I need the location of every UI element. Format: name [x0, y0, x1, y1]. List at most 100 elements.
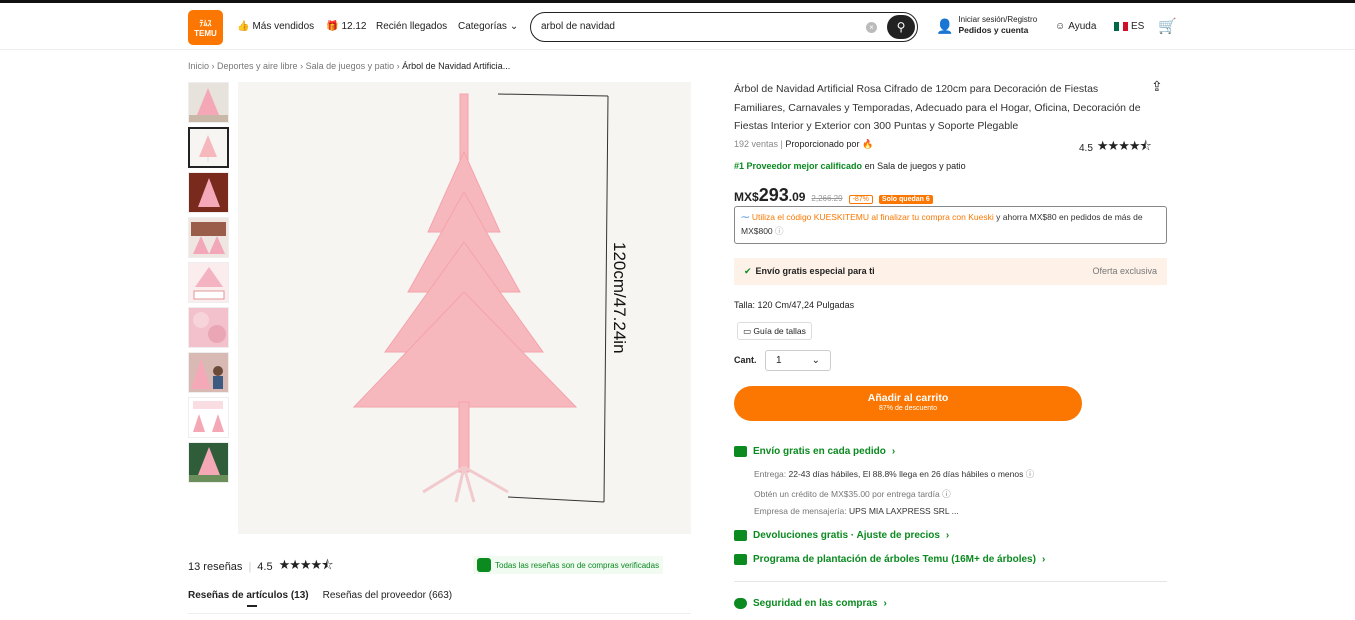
nav-label: Recién llegados — [376, 21, 448, 32]
carrier-label: Empresa de mensajería: — [754, 506, 847, 516]
reviews-rating: 4.5 — [257, 561, 273, 573]
quantity-value: 1 — [776, 355, 782, 366]
discount-badge: -87% — [848, 195, 873, 204]
product-title: Árbol de Navidad Artificial Rosa Cifrado… — [734, 83, 1141, 132]
size-guide-button[interactable]: ▭ Guía de tallas — [737, 322, 812, 340]
logo-text: TEMU — [194, 29, 217, 38]
kueski-code-text: Utiliza el código KUESKITEMU al finaliza… — [751, 212, 994, 222]
search-bar: arbol de navidad × ⚲ — [530, 12, 918, 42]
free-ship-label: Envío gratis especial para ti — [755, 266, 875, 276]
temu-logo[interactable]: ﾃﾑｽ TEMU — [188, 10, 223, 45]
thumbnail[interactable] — [188, 262, 229, 303]
kueski-logo-icon: ⁓ — [741, 212, 750, 222]
breadcrumb: Inicio › Deportes y aire libre › Sala de… — [188, 61, 511, 71]
free-shipping-banner: ✔ Envío gratis especial para ti Oferta ex… — [734, 258, 1167, 285]
mexico-flag-icon — [1114, 22, 1129, 31]
returns-link[interactable]: Devoluciones gratis · Ajuste de precios … — [734, 530, 949, 541]
star-rating-icon: ★★★★⯪ — [278, 557, 334, 572]
add-to-cart-label: Añadir al carrito — [867, 392, 949, 404]
search-icon: ⚲ — [896, 20, 906, 34]
provided-by[interactable]: Proporcionado por — [785, 139, 859, 149]
nav-label: Más vendidos — [252, 21, 315, 32]
tab-seller-reviews[interactable]: Reseñas del proveedor (663) — [323, 590, 453, 601]
rating-value: 4.5 — [1079, 142, 1093, 154]
tab-item-reviews[interactable]: Reseñas de artículos (13) — [188, 590, 309, 601]
stock-badge: Solo quedan 6 — [878, 195, 933, 204]
tree-planting-link[interactable]: Programa de plantación de árboles Temu (… — [734, 554, 1045, 565]
login-account[interactable]: 👤 Iniciar sesión/Registro Pedidos y cuen… — [936, 15, 1037, 36]
add-to-cart-discount: 87% de descuento — [879, 405, 937, 412]
nav-label: 12.12 — [341, 21, 367, 32]
divider — [734, 581, 1167, 582]
size-guide-label: Guía de tallas — [753, 326, 806, 336]
nav-categories[interactable]: Categorías ⌄ — [458, 21, 518, 32]
delivery-prefix: Entrega: — [754, 469, 787, 479]
review-tabs: Reseñas de artículos (13) Reseñas del pr… — [188, 590, 452, 601]
info-icon[interactable]: ⓘ — [942, 489, 951, 499]
price-block: MX$293.09 2,266.29 -87% Solo quedan 6 — [734, 185, 933, 206]
add-to-cart-button[interactable]: Añadir al carrito 87% de descuento — [734, 386, 1082, 421]
tabs-divider — [188, 613, 691, 614]
info-icon[interactable]: ⓘ — [775, 226, 784, 236]
search-button[interactable]: ⚲ — [887, 15, 915, 39]
crumb-sports[interactable]: Deportes y aire libre — [217, 61, 298, 71]
carrier-info: Empresa de mensajería: UPS MIA LAXPRESS … — [754, 506, 959, 516]
thumbnail[interactable] — [188, 217, 229, 258]
best-seller-badge[interactable]: #1 Proveedor mejor calificado en Sala de… — [734, 161, 966, 171]
cart-icon[interactable]: 🛒 — [1158, 17, 1177, 35]
size-label: Talla: 120 Cm/47,24 Pulgadas — [734, 300, 855, 310]
delivery-info: Entrega: 22-43 días hábiles, El 88.8% ll… — [754, 468, 1034, 480]
clear-icon[interactable]: × — [866, 22, 877, 33]
dimension-label: 120cm/47.24in — [610, 242, 629, 354]
help-label: Ayuda — [1068, 21, 1097, 32]
header: ﾃﾑｽ TEMU 👍 Más vendidos 🎁 12.12 Recién l… — [0, 3, 1355, 50]
truck-icon — [734, 446, 747, 457]
delivery-time: 22-43 días hábiles, El 88.8% llega en 26… — [788, 469, 1024, 479]
carrier-names: UPS MIA LAXPRESS SRL ... — [848, 506, 959, 516]
info-icon[interactable]: ⓘ — [1026, 469, 1035, 479]
search-input[interactable]: arbol de navidad — [541, 21, 615, 32]
late-credit-info: Obtén un crédito de MX$35.00 por entrega… — [754, 488, 951, 500]
nav-new-arrivals[interactable]: Recién llegados — [376, 21, 447, 32]
lang-label: ES — [1131, 21, 1145, 32]
free-shipping-link[interactable]: Envío gratis en cada pedido › — [734, 446, 895, 457]
nav-1212[interactable]: 🎁 12.12 — [326, 21, 366, 32]
thumbnail[interactable] — [188, 442, 229, 483]
late-credit-text: Obtén un crédito de MX$35.00 por entrega… — [754, 489, 940, 499]
best-seller-category: en Sala de juegos y patio — [864, 161, 966, 171]
reviews-summary: 13 reseñas | 4.5 ★★★★⯪ — [188, 556, 334, 578]
thumbnail[interactable] — [188, 352, 229, 393]
price-currency: MX$ — [734, 190, 759, 204]
thumbs-up-icon: 👍 — [237, 21, 250, 32]
exclusive-offer: Oferta exclusiva — [1092, 266, 1157, 276]
thumbnail[interactable] — [188, 397, 229, 438]
language-selector[interactable]: ES — [1114, 21, 1144, 32]
security-link[interactable]: Seguridad en las compras › — [734, 598, 887, 609]
chevron-down-icon: ⌄ — [811, 355, 820, 366]
check-icon: ✔ — [744, 266, 752, 276]
crumb-home[interactable]: Inicio — [188, 61, 209, 71]
nav-label: Categorías — [458, 21, 507, 32]
best-seller-label: #1 Proveedor mejor calificado — [734, 161, 863, 171]
quantity-select[interactable]: 1 ⌄ — [765, 350, 831, 371]
thumbnail[interactable] — [188, 307, 229, 348]
price-old: 2,266.29 — [811, 194, 843, 203]
nav-best-sellers[interactable]: 👍 Más vendidos — [237, 21, 314, 32]
help-link[interactable]: ☺ Ayuda — [1055, 21, 1096, 32]
thumbnail-selected[interactable] — [188, 127, 229, 168]
share-icon[interactable]: ⇪ — [1151, 78, 1163, 95]
returns-icon — [734, 530, 747, 541]
verified-shield-icon — [477, 558, 491, 572]
crumb-playroom[interactable]: Sala de juegos y patio — [306, 61, 395, 71]
price-integer: 293 — [758, 185, 789, 205]
crumb-current: Árbol de Navidad Artificia... — [402, 61, 511, 71]
thumbnail[interactable] — [188, 82, 229, 123]
user-icon: 👤 — [936, 17, 954, 34]
top-rating[interactable]: 4.5 ★★★★⯪ — [1079, 137, 1152, 159]
kueski-promo[interactable]: ⁓ Utiliza el código KUESKITEMU al finali… — [734, 206, 1167, 244]
smile-icon: ☺ — [1055, 21, 1066, 32]
thumbnail[interactable] — [188, 172, 229, 213]
shield-icon — [734, 598, 747, 609]
product-main-image[interactable]: 120cm/47.24in — [238, 82, 691, 534]
seller-flame-icon: 🔥 — [861, 139, 874, 149]
